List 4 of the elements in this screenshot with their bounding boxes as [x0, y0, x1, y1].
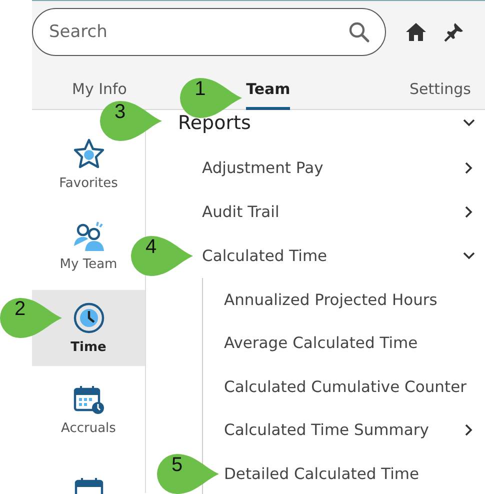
callout-tooltip: 5 [155, 454, 219, 494]
callout-tooltip: 4 [129, 236, 193, 276]
callout-tooltip: 2 [0, 298, 62, 338]
callout-tooltip: 3 [98, 101, 162, 141]
